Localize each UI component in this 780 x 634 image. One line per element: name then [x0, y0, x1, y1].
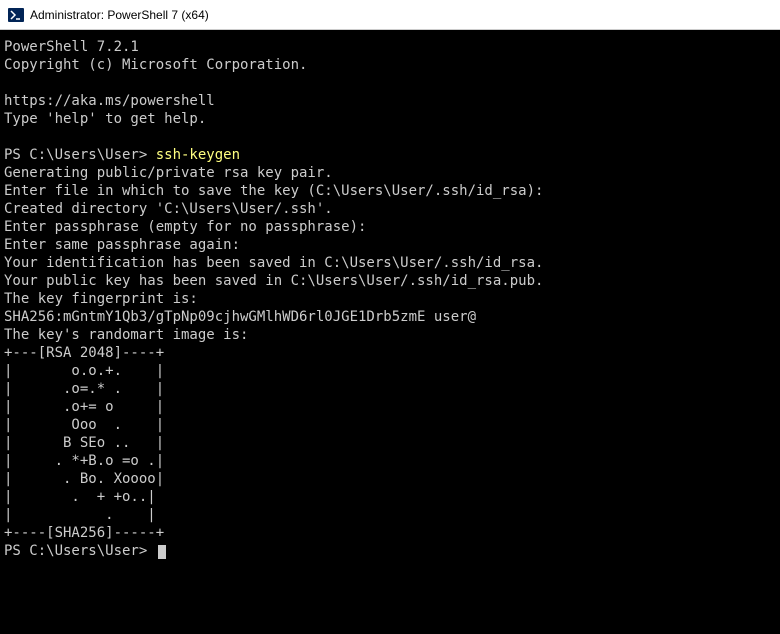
- prompt: PS C:\Users\User>: [4, 543, 156, 559]
- output-line: Generating public/private rsa key pair.: [4, 165, 333, 181]
- prompt: PS C:\Users\User>: [4, 147, 156, 163]
- output-line: The key's randomart image is:: [4, 327, 248, 343]
- output-line: Created directory 'C:\Users\User/.ssh'.: [4, 201, 333, 217]
- randomart-line: +---[RSA 2048]----+: [4, 345, 164, 361]
- randomart-line: | . + +o..|: [4, 489, 156, 505]
- randomart-line: | .o+= o |: [4, 399, 164, 415]
- ps-copyright: Copyright (c) Microsoft Corporation.: [4, 57, 307, 73]
- randomart-line: | Ooo . |: [4, 417, 164, 433]
- output-line: The key fingerprint is:: [4, 291, 198, 307]
- ps-url: https://aka.ms/powershell: [4, 93, 215, 109]
- output-line: Your public key has been saved in C:\Use…: [4, 273, 543, 289]
- ps-version: PowerShell 7.2.1: [4, 39, 139, 55]
- randomart-line: | . Bo. Xoooo|: [4, 471, 164, 487]
- randomart-line: | o.o.+. |: [4, 363, 164, 379]
- output-line: Enter same passphrase again:: [4, 237, 240, 253]
- output-line: SHA256:mGntmY1Qb3/gTpNp09cjhwGMlhWD6rl0J…: [4, 309, 476, 325]
- randomart-line: | . *+B.o =o .|: [4, 453, 164, 469]
- command: ssh-keygen: [156, 147, 240, 163]
- output-line: Enter passphrase (empty for no passphras…: [4, 219, 366, 235]
- ps-help: Type 'help' to get help.: [4, 111, 206, 127]
- randomart-line: | B SEo .. |: [4, 435, 164, 451]
- window-title: Administrator: PowerShell 7 (x64): [30, 8, 209, 22]
- cursor: [158, 545, 166, 559]
- randomart-line: +----[SHA256]-----+: [4, 525, 164, 541]
- output-line: Your identification has been saved in C:…: [4, 255, 543, 271]
- randomart-line: | . |: [4, 507, 156, 523]
- randomart-line: | .o=.* . |: [4, 381, 164, 397]
- output-line: Enter file in which to save the key (C:\…: [4, 183, 543, 199]
- window-titlebar: Administrator: PowerShell 7 (x64): [0, 0, 780, 30]
- terminal-output[interactable]: PowerShell 7.2.1 Copyright (c) Microsoft…: [0, 30, 780, 564]
- powershell-icon: [8, 7, 24, 23]
